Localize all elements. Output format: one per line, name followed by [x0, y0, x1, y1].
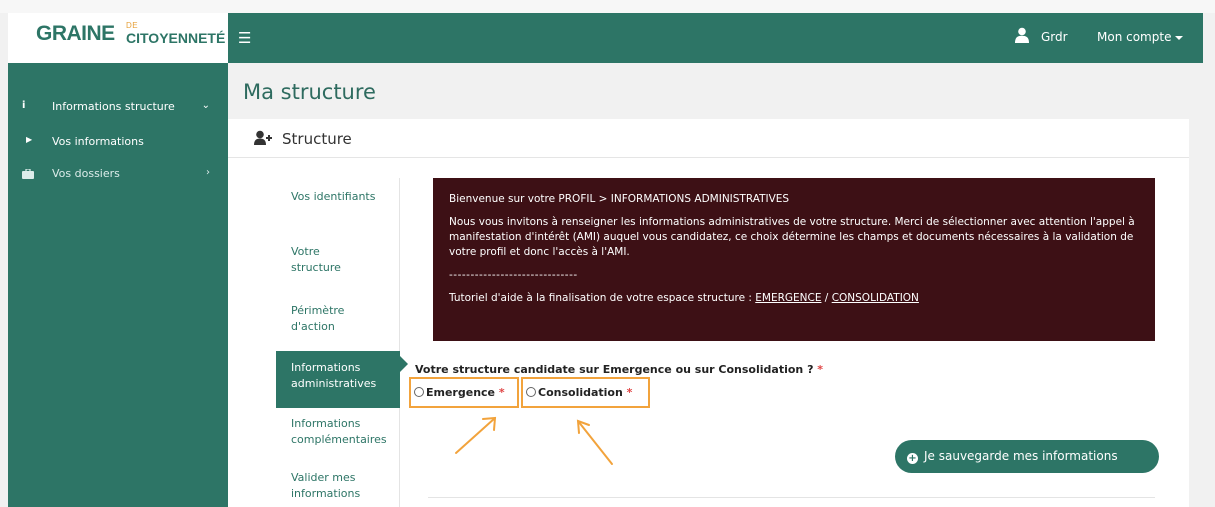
tutorial-prefix: Tutoriel d'aide à la finalisation de vot… — [449, 292, 756, 304]
save-button[interactable]: + Je sauvegarde mes informations — [895, 440, 1159, 473]
sidebar-item-label: Vos dossiers — [52, 167, 120, 180]
user-name[interactable]: Grdr — [1041, 30, 1068, 44]
sidebar-item-label: Informations structure — [52, 100, 175, 113]
plus-circle-icon: + — [907, 453, 918, 464]
hamburger-menu-icon[interactable]: ☰ — [238, 29, 251, 47]
option-consolidation[interactable]: Consolidation * — [521, 377, 650, 408]
user-icon — [1015, 27, 1029, 43]
tab-informations-administratives[interactable]: Informations administratives — [276, 351, 400, 408]
chevron-right-icon: › — [206, 167, 210, 178]
required-mark: * — [817, 363, 824, 376]
page-title: Ma structure — [243, 80, 376, 104]
chevron-down-icon: ⌄ — [201, 100, 210, 111]
tab-valider-mes-informations[interactable]: Valider mes informations — [276, 470, 381, 502]
sidebar-item-label: Vos informations — [52, 135, 144, 148]
question-text: Votre structure candidate sur Emergence … — [415, 363, 814, 376]
link-consolidation[interactable]: CONSOLIDATION — [832, 292, 919, 304]
structure-panel: Structure Vos identifiants Votre structu… — [228, 119, 1189, 507]
required-mark: * — [498, 386, 505, 399]
tab-votre-structure[interactable]: Votre structure — [276, 244, 366, 276]
option-emergence[interactable]: Emergence * — [409, 377, 519, 408]
option-consolidation-label: Consolidation — [538, 386, 623, 399]
link-separator: / — [821, 292, 832, 304]
top-header: ☰ Grdr Mon compte — [228, 13, 1203, 63]
radio-consolidation[interactable] — [526, 387, 536, 397]
info-welcome: Bienvenue sur votre PROFIL > INFORMATION… — [449, 193, 790, 205]
active-tab-pointer — [400, 356, 408, 372]
divider — [428, 497, 1155, 498]
briefcase-icon — [22, 169, 34, 179]
add-user-icon — [254, 130, 272, 145]
required-mark: * — [626, 386, 633, 399]
caret-right-icon: ▶ — [26, 135, 33, 144]
radio-emergence[interactable] — [414, 387, 424, 397]
info-icon: i — [22, 100, 26, 111]
sidebar: i Informations structure ⌄ ▶ Vos informa… — [8, 63, 228, 507]
logo-small-top: DE — [126, 21, 139, 30]
info-tutorial: Tutoriel d'aide à la finalisation de vot… — [449, 291, 1139, 306]
logo[interactable]: GRAINE DE CITOYENNETÉ — [8, 13, 228, 63]
link-emergence[interactable]: EMERGENCE — [755, 292, 821, 304]
info-box: Bienvenue sur votre PROFIL > INFORMATION… — [433, 178, 1155, 341]
logo-main-text: GRAINE — [36, 22, 115, 45]
info-separator: ------------------------------ — [449, 269, 578, 281]
ami-question-label: Votre structure candidate sur Emergence … — [415, 363, 823, 376]
account-menu[interactable]: Mon compte — [1097, 30, 1184, 44]
info-instructions: Nous vous invitons à renseigner les info… — [449, 216, 1135, 258]
tab-perimetre-action[interactable]: Périmètre d'action — [276, 303, 366, 335]
logo-small-bottom: CITOYENNETÉ — [126, 30, 226, 46]
profile-tabs: Vos identifiants Votre structure Périmèt… — [276, 178, 400, 507]
top-strip — [0, 0, 1215, 13]
option-emergence-label: Emergence — [426, 386, 496, 399]
tab-vos-identifiants[interactable]: Vos identifiants — [276, 189, 376, 205]
tab-informations-complementaires[interactable]: Informations complémentaires — [276, 416, 406, 448]
save-button-label: Je sauvegarde mes informations — [924, 449, 1118, 463]
account-menu-label: Mon compte — [1097, 30, 1172, 44]
panel-header: Structure — [228, 119, 1189, 158]
panel-title: Structure — [282, 130, 352, 148]
caret-down-icon — [1175, 35, 1184, 40]
